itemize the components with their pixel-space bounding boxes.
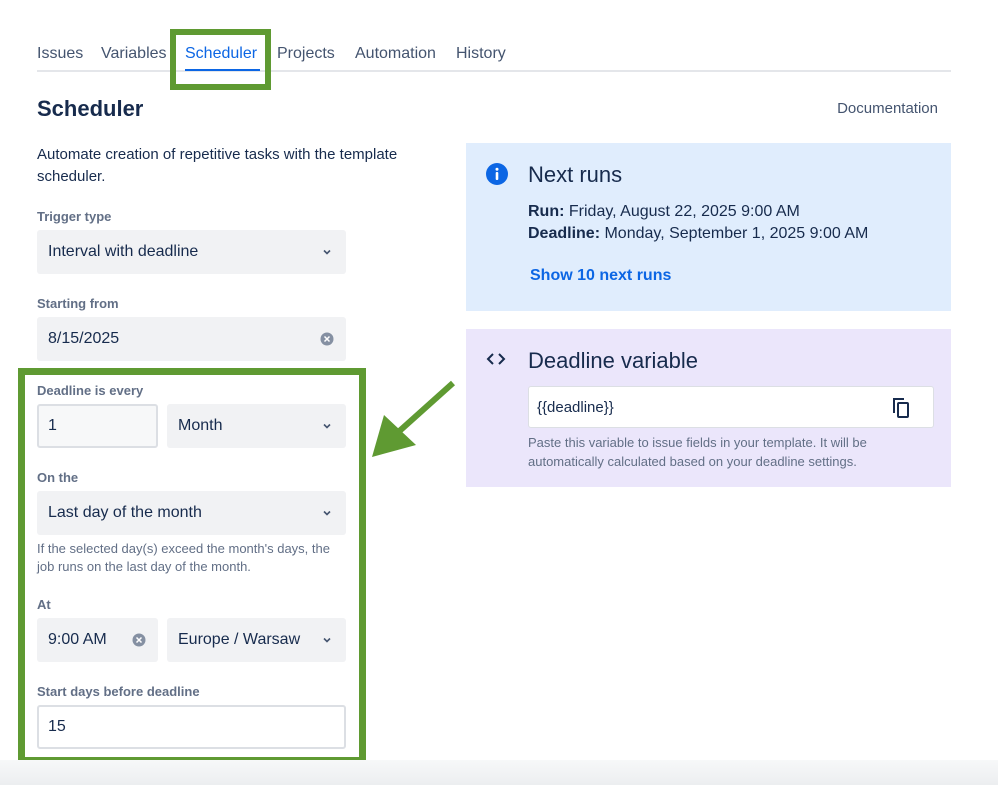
- at-label: At: [37, 597, 51, 612]
- trigger-type-value: Interval with deadline: [48, 243, 199, 260]
- deadline-variable-title: Deadline variable: [528, 348, 698, 373]
- at-time-input[interactable]: 9:00 AM: [37, 618, 158, 662]
- deadline-variable-panel: Deadline variable {{deadline}} Paste thi…: [466, 329, 951, 487]
- deadline-variable-value: {{deadline}}: [537, 398, 614, 416]
- trigger-type-select[interactable]: Interval with deadline: [37, 230, 346, 274]
- next-runs-panel: Next runs Run: Friday, August 22, 2025 9…: [466, 143, 951, 311]
- deadline-value: Monday, September 1, 2025 9:00 AM: [604, 225, 869, 242]
- start-days-value: 15: [48, 718, 66, 735]
- start-days-input[interactable]: 15: [37, 705, 346, 749]
- on-the-hint: If the selected day(s) exceed the month'…: [37, 541, 330, 574]
- clear-icon[interactable]: [132, 633, 146, 647]
- tab-history[interactable]: History: [456, 45, 506, 63]
- tab-variables[interactable]: Variables: [101, 45, 167, 63]
- deadline-every-label: Deadline is every: [37, 383, 144, 398]
- deadline-every-unit: Month: [178, 417, 223, 434]
- timezone-select[interactable]: Europe / Warsaw: [167, 618, 346, 662]
- tab-highlight-box: [170, 29, 271, 90]
- clear-icon[interactable]: [320, 332, 334, 346]
- deadline-variable-field[interactable]: {{deadline}}: [528, 386, 934, 428]
- run-value: Friday, August 22, 2025 9:00 AM: [568, 203, 800, 220]
- deadline-every-number: 1: [48, 417, 57, 434]
- deadline-every-unit-select[interactable]: Month: [167, 404, 346, 448]
- next-run-line: Run: Friday, August 22, 2025 9:00 AM: [528, 203, 800, 221]
- page-title: Scheduler: [37, 96, 144, 121]
- copy-icon[interactable]: [891, 397, 911, 419]
- on-the-select[interactable]: Last day of the month: [37, 491, 346, 535]
- at-time-value: 9:00 AM: [48, 631, 107, 648]
- run-label: Run:: [528, 203, 565, 220]
- starting-from-value: 8/15/2025: [48, 330, 120, 347]
- show-next-runs-link[interactable]: Show 10 next runs: [530, 267, 671, 285]
- chevron-down-icon: [323, 637, 331, 643]
- chevron-down-icon: [323, 249, 331, 255]
- bottom-edge: [0, 760, 998, 785]
- starting-from-label: Starting from: [37, 296, 119, 311]
- tab-automation[interactable]: Automation: [355, 45, 436, 63]
- documentation-link[interactable]: Documentation: [837, 100, 938, 117]
- starting-from-date-input[interactable]: 8/15/2025: [37, 317, 346, 361]
- on-the-label: On the: [37, 470, 79, 485]
- page-description: Automate creation of repetitive tasks wi…: [37, 146, 398, 185]
- timezone-value: Europe / Warsaw: [178, 631, 301, 648]
- trigger-type-label: Trigger type: [37, 209, 112, 224]
- code-icon: [486, 353, 506, 365]
- next-deadline-line: Deadline: Monday, September 1, 2025 9:00…: [528, 225, 868, 243]
- start-days-label: Start days before deadline: [37, 684, 200, 699]
- chevron-down-icon: [323, 510, 331, 516]
- deadline-every-number-input[interactable]: 1: [37, 404, 158, 448]
- tab-projects[interactable]: Projects: [277, 45, 335, 63]
- chevron-down-icon: [323, 423, 331, 429]
- deadline-label: Deadline:: [528, 225, 601, 242]
- info-icon: [486, 163, 508, 185]
- tab-issues[interactable]: Issues: [37, 45, 83, 63]
- on-the-value: Last day of the month: [48, 504, 202, 521]
- arrow-annotation: [372, 380, 456, 457]
- next-runs-title: Next runs: [528, 162, 623, 187]
- deadline-variable-help: Paste this variable to issue fields in y…: [528, 435, 867, 469]
